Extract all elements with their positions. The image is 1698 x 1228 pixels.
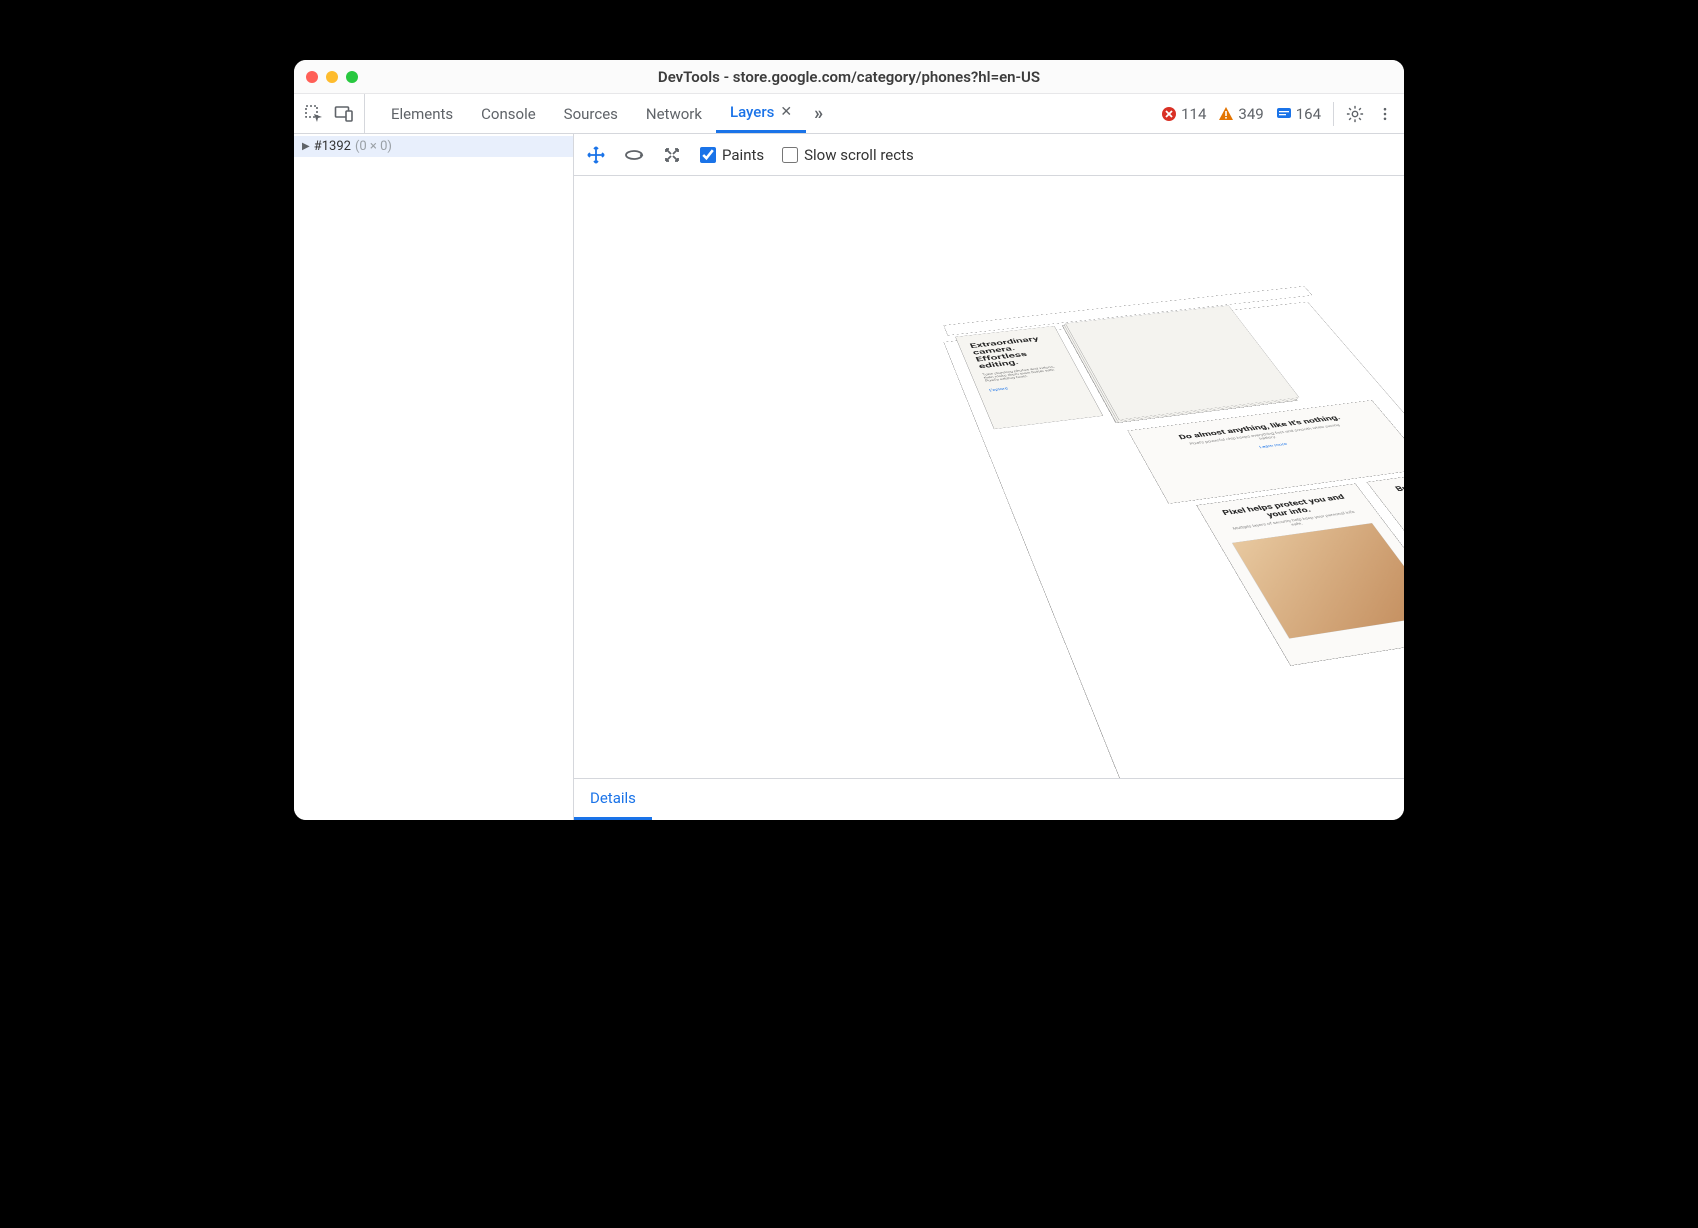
close-icon[interactable]: ✕	[780, 104, 792, 120]
layer-tree-item[interactable]: ▶ #1392 (0 × 0)	[294, 136, 573, 157]
tab-sources[interactable]: Sources	[550, 94, 632, 133]
tab-label: Console	[481, 105, 536, 123]
paints-checkbox-input[interactable]	[700, 147, 716, 163]
paints-checkbox[interactable]: Paints	[700, 146, 764, 164]
tab-label: Network	[646, 105, 702, 123]
paints-label: Paints	[722, 146, 764, 164]
reset-view-icon[interactable]	[662, 145, 682, 165]
expand-caret-icon[interactable]: ▶	[302, 141, 310, 152]
layers-3d-viewport[interactable]: Extraordinary camera. Effortless editing…	[574, 176, 1404, 778]
warning-count[interactable]: 349	[1218, 105, 1263, 123]
window-titlebar: DevTools - store.google.com/category/pho…	[294, 60, 1404, 94]
inspect-element-icon[interactable]	[304, 104, 324, 124]
device-toolbar-icon[interactable]	[334, 104, 354, 124]
tab-label: Layers	[730, 103, 774, 121]
tab-console[interactable]: Console	[467, 94, 550, 133]
panel-body: ▶ #1392 (0 × 0)	[294, 134, 1404, 820]
layers-controls: Paints Slow scroll rects	[574, 134, 1404, 176]
layer-dims: (0 × 0)	[355, 139, 392, 154]
window-title: DevTools - store.google.com/category/pho…	[294, 68, 1404, 86]
info-icon	[1276, 106, 1292, 122]
info-count[interactable]: 164	[1276, 105, 1321, 123]
traffic-lights	[306, 71, 358, 83]
toolbar-separator	[1333, 102, 1334, 126]
slow-scroll-label: Slow scroll rects	[804, 146, 914, 164]
layers-tree[interactable]: ▶ #1392 (0 × 0)	[294, 134, 574, 820]
slow-scroll-checkbox[interactable]: Slow scroll rects	[782, 146, 914, 164]
tab-network[interactable]: Network	[632, 94, 716, 133]
tab-label: Sources	[564, 105, 618, 123]
tab-elements[interactable]: Elements	[377, 94, 467, 133]
more-options-icon[interactable]	[1376, 105, 1394, 123]
window-minimize-button[interactable]	[326, 71, 338, 83]
error-icon	[1161, 106, 1177, 122]
warning-icon	[1218, 106, 1234, 122]
details-tab[interactable]: Details	[574, 779, 652, 820]
layer-details-bar: Details	[574, 778, 1404, 820]
slow-scroll-checkbox-input[interactable]	[782, 147, 798, 163]
pan-mode-icon[interactable]	[586, 145, 606, 165]
devtools-window: DevTools - store.google.com/category/pho…	[294, 60, 1404, 820]
more-tabs-button[interactable]: »	[806, 94, 831, 133]
info-count-value: 164	[1296, 105, 1321, 123]
layer-id: #1392	[314, 139, 351, 154]
devtools-toolbar: Elements Console Sources Network Layers …	[294, 94, 1404, 134]
details-tab-label: Details	[590, 789, 636, 807]
panel-tabs: Elements Console Sources Network Layers …	[377, 94, 831, 133]
warning-count-value: 349	[1238, 105, 1263, 123]
tab-layers[interactable]: Layers ✕	[716, 94, 806, 133]
rotate-mode-icon[interactable]	[624, 145, 644, 165]
window-maximize-button[interactable]	[346, 71, 358, 83]
error-count-value: 114	[1181, 105, 1206, 123]
settings-icon[interactable]	[1346, 105, 1364, 123]
layers-main: Paints Slow scroll rects Extraordinary c…	[574, 134, 1404, 820]
window-close-button[interactable]	[306, 71, 318, 83]
error-count[interactable]: 114	[1161, 105, 1206, 123]
tab-label: Elements	[391, 105, 453, 123]
